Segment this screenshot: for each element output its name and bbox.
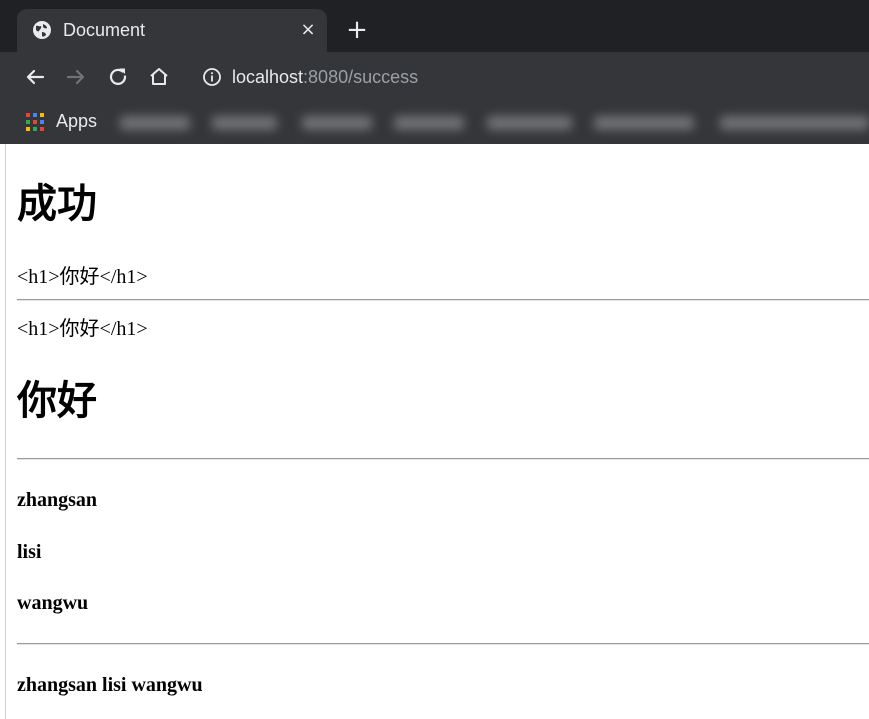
browser-chrome: Document × + localhost:8080/success Apps [0,0,869,144]
url-path: :8080/success [303,67,419,87]
arrow-left-icon[interactable] [22,64,48,90]
url-text[interactable]: localhost:8080/success [232,66,418,88]
bookmark-item[interactable] [594,116,694,130]
escaped-text: <h1>你好</h1> [17,318,148,340]
info-icon[interactable] [202,67,222,87]
globe-icon [32,20,52,40]
names-inline: zhangsan lisi wangwu [17,674,203,696]
home-icon[interactable] [146,64,172,90]
toolbar: localhost:8080/success [0,52,869,102]
apps-grid-icon[interactable] [25,112,45,132]
bookmark-item[interactable] [212,116,277,130]
tab-document[interactable]: Document × [17,9,327,52]
blurred-bookmarks [112,110,869,136]
tab-strip: Document × + [0,0,869,52]
bookmark-item[interactable] [302,116,372,130]
name-item: lisi [17,541,42,563]
name-item: wangwu [17,592,89,614]
heading-success: 成功 [17,181,97,227]
apps-bookmark[interactable]: Apps [56,110,97,132]
bookmark-item[interactable] [394,116,464,130]
address-bar[interactable]: localhost:8080/success [190,56,869,98]
name-item: zhangsan [17,489,98,511]
close-icon[interactable]: × [297,19,319,41]
page-content: 成功 <h1>你好</h1> <h1>你好</h1> 你好 zhangsan l… [5,144,869,719]
new-tab-button[interactable]: + [344,17,370,43]
reload-icon[interactable] [105,64,131,90]
bookmark-item[interactable] [720,116,869,130]
bookmark-item[interactable] [120,116,190,130]
divider [17,643,869,645]
bookmark-item[interactable] [487,116,572,130]
escaped-text: <h1>你好</h1> [17,266,148,288]
divider [17,458,869,460]
heading-hello: 你好 [17,378,97,424]
bookmarks-bar: Apps [0,102,869,144]
divider [17,299,869,301]
url-host: localhost [232,67,304,87]
tab-title: Document [63,20,146,40]
arrow-right-icon[interactable] [63,64,89,90]
